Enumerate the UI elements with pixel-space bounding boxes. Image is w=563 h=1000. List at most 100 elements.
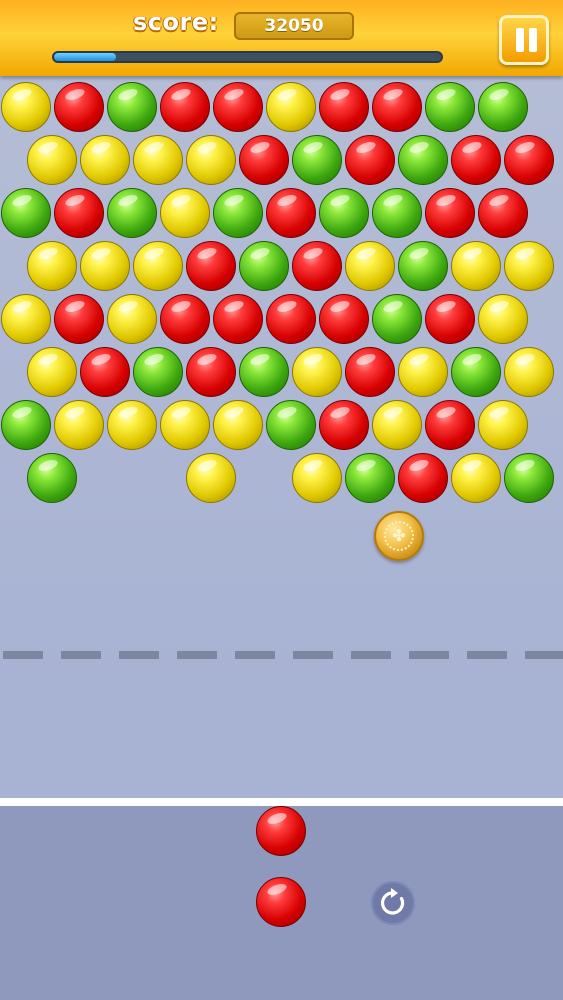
danger-line-dash [119, 651, 159, 659]
bubble-red [213, 82, 263, 132]
bubble-red [425, 188, 475, 238]
game-screen: score: 32050 ✤ [0, 0, 563, 1000]
next-bubble [256, 806, 306, 856]
bubble-red [372, 82, 422, 132]
current-bubble[interactable] [256, 877, 306, 927]
bubble-green [266, 400, 316, 450]
bubble-green [27, 453, 77, 503]
danger-line-dash [351, 651, 391, 659]
bubble-yellow [27, 135, 77, 185]
bubble-yellow [451, 241, 501, 291]
danger-line-dash [235, 651, 275, 659]
bubble-yellow [213, 400, 263, 450]
danger-line [0, 651, 563, 659]
bubble-red [213, 294, 263, 344]
bubble-yellow [54, 400, 104, 450]
bubble-red [292, 241, 342, 291]
danger-line-dash [409, 651, 449, 659]
bubble-red [266, 294, 316, 344]
danger-line-dash [177, 651, 217, 659]
bubble-yellow [398, 347, 448, 397]
danger-line-dash [3, 651, 43, 659]
bubble-yellow [266, 82, 316, 132]
bubble-green [345, 453, 395, 503]
bubble-red [80, 347, 130, 397]
bubble-red [478, 188, 528, 238]
top-hud-bar: score: 32050 [0, 0, 563, 76]
danger-line-dash [525, 651, 563, 659]
bubble-yellow [292, 453, 342, 503]
bubble-red [186, 347, 236, 397]
bubble-green [504, 453, 554, 503]
danger-line-dash [293, 651, 333, 659]
bubble-yellow [80, 135, 130, 185]
refresh-icon [380, 888, 405, 915]
bubble-red [239, 135, 289, 185]
bubble-green [372, 188, 422, 238]
bubble-red [160, 82, 210, 132]
bubble-red [54, 294, 104, 344]
level-progress-bar [52, 51, 443, 63]
bubble-yellow [478, 400, 528, 450]
coin-clover-glyph: ✤ [384, 521, 414, 551]
bubble-green [478, 82, 528, 132]
bubble-red [451, 135, 501, 185]
bubble-green [1, 188, 51, 238]
bubble-red [504, 135, 554, 185]
bubble-red [54, 188, 104, 238]
bubble-yellow [1, 294, 51, 344]
bubble-yellow [27, 347, 77, 397]
danger-line-dash [467, 651, 507, 659]
bubble-red [319, 294, 369, 344]
bubble-yellow [160, 400, 210, 450]
clover-coin-icon: ✤ [374, 511, 424, 561]
bubble-red [186, 241, 236, 291]
bubble-red [160, 294, 210, 344]
bubble-yellow [186, 453, 236, 503]
swap-bubble-button[interactable] [371, 881, 415, 925]
bubble-green [239, 241, 289, 291]
pause-button[interactable] [499, 15, 549, 65]
bubble-yellow [372, 400, 422, 450]
bubble-yellow [292, 347, 342, 397]
bubble-green [292, 135, 342, 185]
score-label: score: [133, 8, 219, 36]
bubble-green [1, 400, 51, 450]
bubble-yellow [504, 241, 554, 291]
bubble-green [239, 347, 289, 397]
bubble-red [345, 135, 395, 185]
bubble-red [425, 294, 475, 344]
bubble-yellow [80, 241, 130, 291]
bubble-green [425, 82, 475, 132]
level-progress-fill [54, 53, 116, 61]
bubble-green [451, 347, 501, 397]
bubble-green [398, 135, 448, 185]
bubble-yellow [504, 347, 554, 397]
bubble-green [319, 188, 369, 238]
bubble-green [107, 82, 157, 132]
bubble-yellow [133, 135, 183, 185]
bubble-yellow [27, 241, 77, 291]
bubble-yellow [451, 453, 501, 503]
bubble-yellow [1, 82, 51, 132]
bubble-red [319, 400, 369, 450]
bubble-yellow [160, 188, 210, 238]
bubble-green [398, 241, 448, 291]
bubble-green [107, 188, 157, 238]
bubble-red [398, 453, 448, 503]
bubble-green [213, 188, 263, 238]
bubble-red [54, 82, 104, 132]
bubble-yellow [186, 135, 236, 185]
bubble-red [425, 400, 475, 450]
bubble-yellow [478, 294, 528, 344]
bubble-green [133, 347, 183, 397]
bubble-yellow [345, 241, 395, 291]
bubble-yellow [107, 400, 157, 450]
danger-line-dash [61, 651, 101, 659]
bubble-red [345, 347, 395, 397]
bubble-green [372, 294, 422, 344]
bubble-red [319, 82, 369, 132]
score-value: 32050 [234, 12, 354, 40]
bubble-yellow [133, 241, 183, 291]
bubble-yellow [107, 294, 157, 344]
